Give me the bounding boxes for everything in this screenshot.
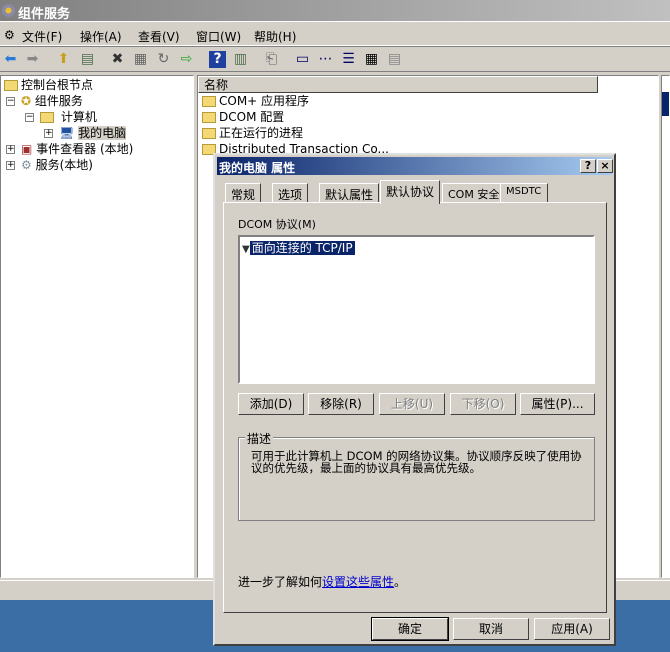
item-label: COM+ 应用程序 bbox=[219, 94, 310, 108]
protocol-properties-button[interactable]: 属性(P)... bbox=[520, 393, 595, 415]
details-icon[interactable]: ▦ bbox=[363, 51, 380, 68]
up-icon[interactable]: ⬆ bbox=[55, 51, 72, 68]
window-title-bar[interactable]: 组件服务 bbox=[0, 0, 670, 22]
tab-com-security[interactable]: COM 安全 bbox=[442, 183, 506, 203]
view-icon[interactable]: ▥ bbox=[232, 51, 249, 68]
expand-icon[interactable]: + bbox=[6, 161, 15, 170]
dialog-title: 我的电脑 属性 bbox=[219, 161, 296, 175]
collapse-icon[interactable]: − bbox=[25, 113, 34, 122]
tab-general[interactable]: 常规 bbox=[225, 183, 262, 203]
refresh-icon[interactable]: ↻ bbox=[155, 51, 172, 68]
learn-prefix: 进一步了解如何 bbox=[238, 575, 323, 589]
folder-icon bbox=[4, 80, 18, 91]
move-up-button[interactable]: 上移(U) bbox=[379, 393, 445, 415]
protocol-item[interactable]: ▼ 面向连接的 TCP/IP bbox=[242, 239, 355, 256]
small-icons-icon[interactable]: ⋯ bbox=[317, 51, 334, 68]
tree-my-computer[interactable]: + 🖥 我的电脑 bbox=[44, 125, 127, 141]
component-services-icon: ✪ bbox=[21, 94, 35, 108]
move-down-button[interactable]: 下移(O) bbox=[450, 393, 516, 415]
columns-icon[interactable]: ▤ bbox=[386, 51, 403, 68]
tree-label: 我的电脑 bbox=[78, 126, 127, 140]
show-tree-icon[interactable]: ▤ bbox=[79, 51, 96, 68]
services-gear-icon: ⚙ bbox=[21, 158, 36, 172]
forward-icon[interactable]: ➡ bbox=[24, 51, 41, 68]
tree-event-viewer[interactable]: + ▣ 事件查看器 (本地) bbox=[6, 141, 133, 157]
tree-pane: 控制台根节点 − ✪ 组件服务 − 计算机 + 🖥 我的电脑 + ▣ 事件查看器 (本… bbox=[0, 75, 194, 578]
new-icon[interactable]: ⎗ bbox=[263, 51, 280, 68]
column-label: 名称 bbox=[204, 78, 229, 92]
protocols-label: DCOM 协议(M) bbox=[238, 218, 316, 231]
tab-options[interactable]: 选项 bbox=[272, 183, 309, 203]
help-icon[interactable]: ? bbox=[209, 51, 226, 68]
tree-root[interactable]: 控制台根节点 bbox=[4, 77, 93, 93]
protocols-list[interactable]: ▼ 面向连接的 TCP/IP bbox=[238, 235, 595, 384]
learn-more: 进一步了解如何设置这些属性。 bbox=[238, 573, 406, 590]
description-text: 可用于此计算机上 DCOM 的网络协议集。协议顺序反映了使用协议的优先级，最上面… bbox=[251, 449, 582, 475]
column-header-name[interactable]: 名称 bbox=[198, 76, 598, 93]
folder-icon bbox=[202, 96, 216, 107]
large-icons-icon[interactable]: ▭ bbox=[294, 51, 311, 68]
component-services-icon bbox=[2, 4, 15, 17]
tab-msdtc[interactable]: MSDTC bbox=[500, 183, 548, 203]
tab-default-protocols[interactable]: 默认协议 bbox=[380, 180, 441, 204]
tree-label: 服务(本地) bbox=[35, 158, 93, 172]
menu-app-icon[interactable]: ⚙ bbox=[4, 28, 15, 42]
folder-icon bbox=[202, 112, 216, 123]
close-button[interactable]: × bbox=[597, 159, 613, 173]
tree-services[interactable]: + ⚙ 服务(本地) bbox=[6, 157, 93, 173]
window-title: 组件服务 bbox=[18, 7, 71, 22]
menu-view[interactable]: 查看(V) bbox=[138, 28, 180, 45]
add-button[interactable]: 添加(D) bbox=[238, 393, 304, 415]
expand-icon[interactable]: + bbox=[6, 145, 15, 154]
folder-icon bbox=[40, 112, 54, 123]
tree-component-services[interactable]: − ✪ 组件服务 bbox=[6, 93, 83, 109]
apply-button[interactable]: 应用(A) bbox=[534, 618, 610, 640]
ok-button[interactable]: 确定 bbox=[371, 617, 449, 641]
learn-more-link[interactable]: 设置这些属性 bbox=[322, 575, 394, 589]
folder-icon bbox=[202, 128, 216, 139]
help-button[interactable]: ? bbox=[580, 159, 596, 173]
list-icon[interactable]: ☰ bbox=[340, 51, 357, 68]
item-label: 正在运行的进程 bbox=[219, 126, 304, 140]
remove-button[interactable]: 移除(R) bbox=[308, 393, 374, 415]
side-pane-header bbox=[662, 92, 669, 116]
menu-action[interactable]: 操作(A) bbox=[80, 28, 122, 45]
properties-icon[interactable]: ▦ bbox=[132, 51, 149, 68]
menu-window[interactable]: 窗口(W) bbox=[196, 28, 241, 45]
list-item[interactable]: COM+ 应用程序 bbox=[202, 93, 309, 109]
cancel-button[interactable]: 取消 bbox=[453, 618, 529, 640]
export-icon[interactable]: ⇨ bbox=[178, 51, 195, 68]
back-icon[interactable]: ⬅ bbox=[2, 51, 19, 68]
side-pane bbox=[661, 75, 670, 578]
tree-label: 组件服务 bbox=[34, 94, 83, 108]
event-viewer-icon: ▣ bbox=[21, 142, 37, 156]
toolbar: ⬅ ➡ ⬆ ▤ ✖ ▦ ↻ ⇨ ? ▥ ⎗ ▭ ⋯ ☰ ▦ ▤ bbox=[0, 47, 670, 72]
menu-bar: ⚙ 文件(F) 操作(A) 查看(V) 窗口(W) 帮助(H) bbox=[0, 23, 670, 46]
tree-label: 控制台根节点 bbox=[21, 78, 94, 92]
expand-icon[interactable]: + bbox=[44, 129, 53, 138]
item-label: DCOM 配置 bbox=[219, 110, 285, 124]
properties-dialog: 我的电脑 属性 ? × 常规 选项 默认属性 默认协议 COM 安全 MSDTC… bbox=[213, 153, 616, 646]
list-item[interactable]: DCOM 配置 bbox=[202, 109, 284, 125]
protocol-label: 面向连接的 TCP/IP bbox=[249, 241, 355, 255]
menu-help[interactable]: 帮助(H) bbox=[254, 28, 296, 45]
tab-default-properties[interactable]: 默认属性 bbox=[319, 183, 380, 203]
computer-icon: 🖥 bbox=[59, 126, 75, 140]
delete-icon[interactable]: ✖ bbox=[109, 51, 126, 68]
description-label: 描述 bbox=[245, 430, 274, 447]
menu-file[interactable]: 文件(F) bbox=[22, 28, 62, 45]
dialog-title-bar[interactable]: 我的电脑 属性 ? × bbox=[217, 157, 613, 175]
learn-suffix: 。 bbox=[394, 575, 407, 589]
tab-panel: DCOM 协议(M) ▼ 面向连接的 TCP/IP 添加(D) 移除(R) 上移(… bbox=[223, 202, 607, 613]
network-icon: ▼ bbox=[242, 244, 250, 255]
list-item[interactable]: 正在运行的进程 bbox=[202, 125, 303, 141]
collapse-icon[interactable]: − bbox=[6, 97, 15, 106]
tree-label: 事件查看器 (本地) bbox=[36, 142, 134, 156]
tree-computers[interactable]: − 计算机 bbox=[25, 109, 97, 125]
description-group: 描述 可用于此计算机上 DCOM 的网络协议集。协议顺序反映了使用协议的优先级，… bbox=[238, 430, 595, 521]
tree-label: 计算机 bbox=[60, 110, 97, 124]
